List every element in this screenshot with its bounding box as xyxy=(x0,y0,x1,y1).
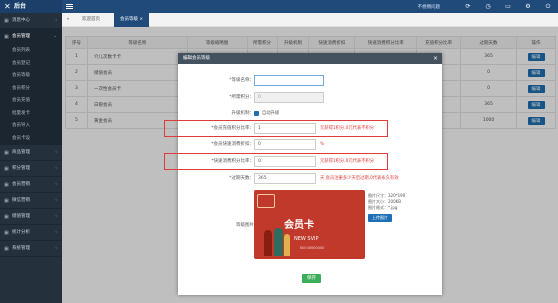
wallet-icon: ▣ xyxy=(4,214,9,220)
power-icon[interactable]: ⏻ xyxy=(538,0,558,13)
points-row: *所需积分： 0 xyxy=(178,92,442,103)
auto-upgrade-checkbox[interactable] xyxy=(254,111,259,116)
recharge-ratio-row: *会员充值积分比率： 1 元获得1积分,0元代表不积分 xyxy=(178,123,442,134)
logo-text: 后台 xyxy=(14,3,27,10)
fullscreen-icon[interactable]: ▭ xyxy=(498,0,518,13)
save-button[interactable]: 保存 xyxy=(302,274,321,283)
name-row: *等级名称： xyxy=(178,75,442,86)
sidebar-sub-card-settings[interactable]: 会员卡设 xyxy=(0,132,62,145)
sidebar: ▣ 消息中心 ‹ ▣ 会员管理 ⌄ 会员列表 会员登记 会员等级 会员积分 会员充值 批… xyxy=(0,13,62,303)
chevron-icon: ‹ xyxy=(55,230,57,235)
refresh-icon[interactable]: ⟳ xyxy=(458,0,478,13)
sidebar-sub-member-points[interactable]: 会员积分 xyxy=(0,82,62,95)
tab-prev-icon[interactable]: « xyxy=(62,13,74,27)
image-info: 图片尺寸：320*190 图片大小：200KB 图片格式：*.jpg xyxy=(368,193,406,210)
sidebar-item-system[interactable]: ▣ 系统管理 ‹ xyxy=(0,241,62,257)
required-points-input[interactable]: 0 xyxy=(254,92,324,103)
chevron-icon: ‹ xyxy=(55,198,57,203)
app-logo[interactable]: ✕ 后台 xyxy=(0,0,62,13)
card-subtitle: NEW SVIP xyxy=(294,236,319,242)
sidebar-item-stored-value[interactable]: ▣ 储值管理 ‹ xyxy=(0,209,62,225)
users-icon: ▣ xyxy=(4,34,9,40)
sidebar-item-points[interactable]: ▣ 积分管理 ‹ xyxy=(0,161,62,177)
sidebar-item-members[interactable]: ▣ 会员管理 ⌄ xyxy=(0,29,62,45)
gear-icon: ▣ xyxy=(4,246,9,252)
sidebar-sub-member-recharge[interactable]: 会员充值 xyxy=(0,95,62,108)
sidebar-sub-member-register[interactable]: 会员登记 xyxy=(0,57,62,70)
gate-illustration xyxy=(257,194,275,208)
sidebar-item-messages[interactable]: ▣ 消息中心 ‹ xyxy=(0,13,62,29)
chevron-icon: ‹ xyxy=(55,18,57,23)
star-icon: ▣ xyxy=(4,166,9,172)
settings-icon[interactable]: ⚙ xyxy=(518,0,538,13)
menu-toggle-icon[interactable] xyxy=(66,3,73,10)
quick-ratio-input[interactable]: 0 xyxy=(254,156,316,167)
upload-image-button[interactable]: 上传图片 xyxy=(368,214,392,222)
dialog-header: 编辑会员等级 × xyxy=(178,53,442,64)
sidebar-sub-batch-card[interactable]: 批量发卡 xyxy=(0,107,62,120)
wechat-icon: ▣ xyxy=(4,198,9,204)
sidebar-sub-member-level[interactable]: 会员等级 xyxy=(0,70,62,83)
card-number: NO:00000000 xyxy=(300,246,325,250)
top-navbar: ✕ 后台 不想拥问题 ⟳ ◷ ▭ ⚙ ⏻ xyxy=(0,0,558,13)
dialog-title: 编辑会员等级 xyxy=(183,56,210,61)
recharge-ratio-input[interactable]: 1 xyxy=(254,123,316,134)
chart-icon: ▣ xyxy=(4,230,9,236)
gift-icon: ▣ xyxy=(4,182,9,188)
user-notice: 不想拥问题 xyxy=(417,4,441,10)
chevron-icon: ‹ xyxy=(55,182,57,187)
chevron-icon: ‹ xyxy=(55,214,57,219)
home-icon: ▣ xyxy=(4,18,9,24)
discount-input[interactable]: 0 xyxy=(254,139,316,150)
sidebar-item-marketing[interactable]: ▣ 会员营销 ‹ xyxy=(0,177,62,193)
sidebar-item-products[interactable]: ▣ 商品管理 ‹ xyxy=(0,145,62,161)
level-name-input[interactable] xyxy=(254,75,324,86)
clock-icon[interactable]: ◷ xyxy=(478,0,498,13)
level-card-image[interactable]: 会员卡 NEW SVIP NO:00000000 xyxy=(254,190,365,259)
tab-bar: « 欢迎首页 会员等级 × xyxy=(62,13,558,27)
card-title: 会员卡 xyxy=(284,220,314,231)
close-icon[interactable]: × xyxy=(433,53,438,64)
tab-home[interactable]: 欢迎首页 xyxy=(76,13,106,27)
edit-level-dialog: 编辑会员等级 × *等级名称： *所需积分： 0 升级机制： 自动升级 *会员充… xyxy=(164,53,442,295)
upgrade-row: 升级机制： 自动升级 xyxy=(231,111,280,116)
sidebar-sub-member-list[interactable]: 会员列表 xyxy=(0,45,62,58)
sidebar-item-statistics[interactable]: ▣ 统计分析 ‹ xyxy=(0,225,62,241)
chevron-icon: ‹ xyxy=(55,166,57,171)
expire-row: *过期天数： 365 天 会员注册多少天后过期,0代表永久有效 xyxy=(178,173,442,184)
sidebar-item-wechat[interactable]: ▣ 微信营销 ‹ xyxy=(0,193,62,209)
chevron-icon: ⌄ xyxy=(53,34,57,39)
tab-member-level[interactable]: 会员等级 × xyxy=(114,13,150,27)
expire-days-input[interactable]: 365 xyxy=(254,173,316,184)
chevron-icon: ‹ xyxy=(55,150,57,155)
logo-icon: ✕ xyxy=(4,2,11,11)
sidebar-sub-member-import[interactable]: 会员导入 xyxy=(0,120,62,133)
chevron-icon: ‹ xyxy=(55,246,57,251)
quick-ratio-row: *快速消费积分比率： 0 元获得1积分,0元代表不积分 xyxy=(178,156,442,167)
discount-row: *会员快速消费折扣： 0 % xyxy=(178,139,442,150)
box-icon: ▣ xyxy=(4,150,9,156)
